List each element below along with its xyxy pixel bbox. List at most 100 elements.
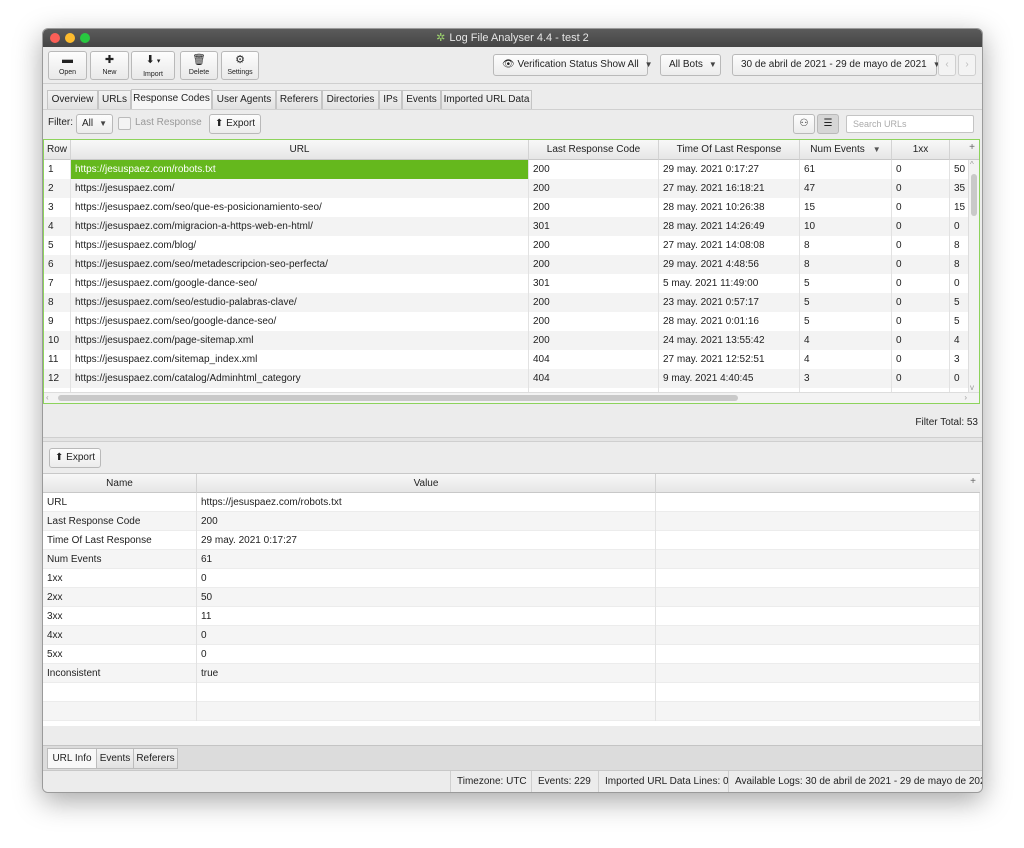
vertical-scrollbar[interactable]: ^ v — [968, 160, 979, 392]
table-row[interactable]: 9 https://jesuspaez.com/seo/google-dance-… — [44, 312, 970, 331]
verification-status-dropdown[interactable]: 👁 Verification Status Show All ▼ — [493, 54, 653, 76]
table-row[interactable]: 4 https://jesuspaez.com/migracion-a-https… — [44, 217, 970, 236]
date-range-dropdown[interactable]: 30 de abril de 2021 - 29 de mayo de 2021… — [732, 54, 941, 76]
tab-ips[interactable]: IPs — [379, 90, 402, 109]
name-cell: Time Of Last Response — [43, 531, 197, 550]
tab-referers[interactable]: Referers — [276, 90, 322, 109]
time-cell: 5 may. 2021 11:49:00 — [659, 274, 800, 293]
row-number: 5 — [44, 236, 71, 255]
column-header-name[interactable]: Name — [43, 474, 197, 493]
column-header-num-events[interactable]: Num Events ▼ — [800, 140, 892, 160]
column-header-row[interactable]: Row — [44, 140, 71, 160]
table-row[interactable]: 7 https://jesuspaez.com/google-dance-seo/… — [44, 274, 970, 293]
details-row[interactable]: 2xx 50 — [43, 588, 980, 607]
tab-url-info[interactable]: URL Info — [47, 748, 97, 769]
url-cell: https://jesuspaez.com/robots.txt — [71, 160, 529, 179]
chevron-down-icon: ▾ — [156, 58, 161, 65]
table-row[interactable]: 1 https://jesuspaez.com/robots.txt 200 29 m… — [44, 160, 970, 179]
tab-urls[interactable]: URLs — [98, 90, 131, 109]
vertical-scroll-thumb[interactable] — [971, 174, 977, 216]
tab-directories[interactable]: Directories — [322, 90, 379, 109]
details-export-button[interactable]: ⬆ Export — [49, 448, 102, 468]
details-export-label: Export — [66, 452, 96, 463]
delete-button[interactable]: 🗑 Delete — [180, 51, 218, 80]
table-row[interactable]: 12 https://jesuspaez.com/catalog/Adminhtm… — [44, 369, 970, 388]
tree-view-button[interactable]: ⚇ — [793, 114, 815, 134]
tab-events[interactable]: Events — [96, 748, 134, 769]
row-number: 3 — [44, 198, 71, 217]
bots-dropdown[interactable]: All Bots ▼ — [660, 54, 721, 76]
table-row[interactable]: 11 https://jesuspaez.com/sitemap_index.xm… — [44, 350, 970, 369]
tab-referers[interactable]: Referers — [133, 748, 178, 769]
horizontal-scroll-thumb[interactable] — [58, 395, 738, 401]
column-header-1xx[interactable]: 1xx — [892, 140, 950, 160]
2xx-cell: 5 — [950, 312, 970, 331]
column-header-url[interactable]: URL — [71, 140, 529, 160]
response-code-cell: 200 — [529, 236, 659, 255]
details-row[interactable]: Time Of Last Response 29 may. 2021 0:17:2… — [43, 531, 980, 550]
url-cell: https://jesuspaez.com/ — [71, 179, 529, 198]
2xx-cell: 0 — [950, 217, 970, 236]
tab-response-codes[interactable]: Response Codes — [131, 89, 212, 110]
empty-cell — [656, 588, 980, 607]
tab-events[interactable]: Events — [402, 90, 441, 109]
settings-button[interactable]: ⚙ Settings — [221, 51, 259, 80]
table-row[interactable]: 3 https://jesuspaez.com/seo/que-es-posici… — [44, 198, 970, 217]
scroll-up-arrow-icon[interactable]: ^ — [970, 160, 974, 169]
details-row[interactable]: 4xx 0 — [43, 626, 980, 645]
scroll-down-arrow-icon[interactable]: v — [970, 383, 974, 392]
split-pane-divider[interactable] — [43, 437, 982, 442]
1xx-cell: 0 — [892, 350, 950, 369]
next-range-button[interactable]: › — [958, 54, 976, 76]
1xx-cell: 0 — [892, 331, 950, 350]
url-cell: https://jesuspaez.com/migracion-a-https-… — [71, 217, 529, 236]
column-header-value[interactable]: Value — [197, 474, 656, 493]
table-row[interactable]: 10 https://jesuspaez.com/page-sitemap.xml… — [44, 331, 970, 350]
details-row[interactable]: Num Events 61 — [43, 550, 980, 569]
chevron-down-icon: ▼ — [99, 119, 108, 128]
details-row[interactable]: 3xx 11 — [43, 607, 980, 626]
num-events-cell: 8 — [800, 255, 892, 274]
verification-status-value: Verification Status Show All — [517, 59, 639, 70]
details-row[interactable]: 1xx 0 — [43, 569, 980, 588]
table-row[interactable]: 6 https://jesuspaez.com/seo/metadescripci… — [44, 255, 970, 274]
response-code-cell: 200 — [529, 331, 659, 350]
details-row[interactable]: URL https://jesuspaez.com/robots.txt — [43, 493, 980, 512]
bots-value: All Bots — [669, 59, 703, 70]
scroll-right-arrow-icon[interactable]: › — [964, 393, 967, 402]
tab-imported-url-data[interactable]: Imported URL Data — [441, 90, 532, 109]
details-row[interactable]: Last Response Code 200 — [43, 512, 980, 531]
response-code-cell: 301 — [529, 274, 659, 293]
url-cell: https://jesuspaez.com/catalog/Adminhtml_… — [71, 369, 529, 388]
details-row[interactable]: 5xx 0 — [43, 645, 980, 664]
column-chooser-icon[interactable]: + — [970, 476, 976, 487]
last-response-checkbox[interactable] — [118, 117, 131, 130]
import-button[interactable]: ⬇ ▾ Import — [131, 51, 175, 80]
table-row[interactable]: 2 https://jesuspaez.com/200 27 may. 2021 1… — [44, 179, 970, 198]
filter-dropdown[interactable]: All ▼ — [76, 114, 114, 134]
previous-range-button[interactable]: ‹ — [938, 54, 956, 76]
time-cell: 28 may. 2021 10:26:38 — [659, 198, 800, 217]
details-row[interactable]: Inconsistent true — [43, 664, 980, 683]
tab-overview[interactable]: Overview — [47, 90, 98, 109]
search-urls-input[interactable]: Search URLs — [846, 115, 974, 133]
main-tabs: Overview URLs Response Codes User Agents… — [43, 84, 982, 110]
new-button[interactable]: ✚ New — [90, 51, 129, 80]
table-row[interactable]: 8 https://jesuspaez.com/seo/estudio-palab… — [44, 293, 970, 312]
list-view-button[interactable]: ☰ — [817, 114, 839, 134]
num-events-cell: 4 — [800, 331, 892, 350]
column-header-last-response-code[interactable]: Last Response Code — [529, 140, 659, 160]
new-label: New — [102, 69, 117, 76]
column-chooser-icon[interactable]: + — [969, 142, 975, 153]
filter-bar: Filter: All ▼ Last Response ⬆ Export ⚇ ☰ … — [43, 109, 982, 138]
horizontal-scrollbar[interactable]: ‹ › — [44, 392, 979, 403]
table-row[interactable]: 5 https://jesuspaez.com/blog/200 27 may. 2… — [44, 236, 970, 255]
name-cell: URL — [43, 493, 197, 512]
export-button[interactable]: ⬆ Export — [209, 114, 262, 134]
scroll-left-arrow-icon[interactable]: ‹ — [46, 393, 49, 402]
import-glyph: ⬇ — [145, 54, 155, 66]
column-header-time-of-last-response[interactable]: Time Of Last Response — [659, 140, 800, 160]
open-button[interactable]: ▬ Open — [48, 51, 87, 80]
tab-user-agents[interactable]: User Agents — [212, 90, 276, 109]
empty-cell — [656, 664, 980, 683]
